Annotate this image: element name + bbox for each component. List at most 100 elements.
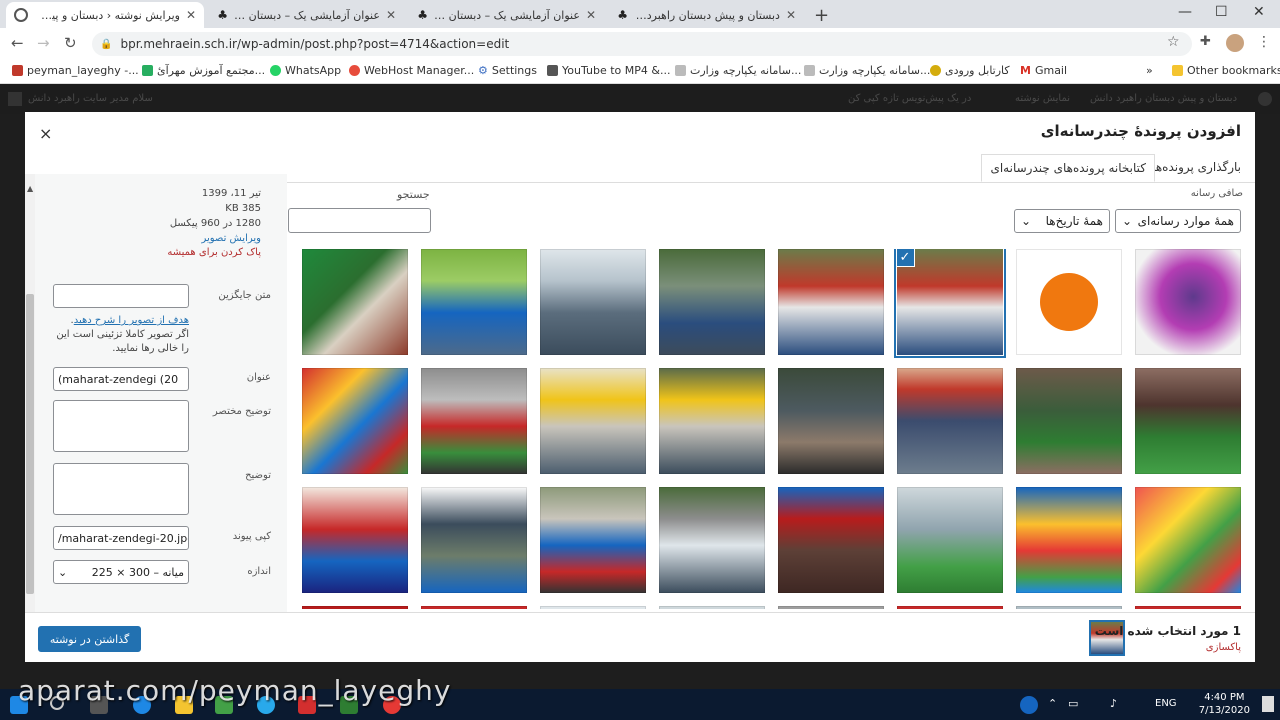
close-tab-icon[interactable]: ✕ xyxy=(786,8,796,22)
minimize-icon[interactable]: — xyxy=(1178,4,1192,20)
bookmark-youtube-mp4[interactable]: YouTube to MP4 &... xyxy=(547,64,670,77)
bookmark-settings[interactable]: ⚙ Settings xyxy=(478,64,537,77)
bookmark-samaneh-2[interactable]: سامانه یکپارچه وزارت... xyxy=(804,64,930,77)
forward-arrow-icon[interactable]: → xyxy=(37,34,50,52)
modal-close-button[interactable]: × xyxy=(39,124,52,143)
more-bookmarks-button[interactable]: » xyxy=(1146,64,1153,77)
image-size-select[interactable]: میانه – 300 × 225 ⌄ xyxy=(53,560,189,584)
media-thumbnail[interactable] xyxy=(659,368,765,474)
extensions-puzzle-icon[interactable]: ✚ xyxy=(1200,34,1211,49)
media-thumbnail[interactable] xyxy=(302,368,408,474)
site-name-link[interactable]: دبستان و پیش دبستان راهبرد دانش xyxy=(1090,93,1237,104)
media-thumbnail[interactable] xyxy=(421,487,527,593)
tab-sample-title-2[interactable]: ✕ عنوان آزمایشی یک – دبستان و پیش ♣ xyxy=(406,2,604,28)
media-thumbnail[interactable] xyxy=(421,249,527,355)
media-thumbnail[interactable] xyxy=(1135,249,1241,355)
language-indicator[interactable]: ENG xyxy=(1155,698,1177,709)
media-thumbnail[interactable] xyxy=(659,487,765,593)
system-clock[interactable]: 4:40 PM 7/13/2020 xyxy=(1199,691,1250,717)
media-thumbnail-selected[interactable]: ✓ xyxy=(897,249,1003,355)
network-icon[interactable]: ▭ xyxy=(1068,697,1078,710)
tab-school-home[interactable]: ✕ دبستان و پیش دبستان راهبرد دانش ♣ xyxy=(606,2,804,28)
copy-to-draft-link[interactable]: در یک پیش‌نویس تازه کپی کن xyxy=(848,93,971,104)
profile-avatar[interactable] xyxy=(1226,34,1244,52)
close-tab-icon[interactable]: ✕ xyxy=(586,8,596,22)
media-thumbnail[interactable] xyxy=(302,249,408,355)
bookmark-whatsapp[interactable]: WhatsApp xyxy=(270,64,341,77)
media-thumbnail[interactable] xyxy=(778,487,884,593)
media-thumbnail[interactable] xyxy=(1135,487,1241,593)
delete-permanently-link[interactable]: پاک کردن برای همیشه xyxy=(65,247,261,258)
bookmark-kartabl[interactable]: کارتابل ورودی xyxy=(930,64,1010,77)
clear-selection-link[interactable]: پاکسازی xyxy=(1206,642,1241,653)
media-thumbnail[interactable] xyxy=(302,606,408,609)
media-type-filter[interactable]: همهٔ موارد رسانه‌ای ⌄ xyxy=(1115,209,1241,233)
admin-greeting[interactable]: سلام مدیر سایت راهبرد دانش xyxy=(28,93,153,104)
bookmark-icon xyxy=(547,65,558,76)
other-bookmarks[interactable]: Other bookmarks xyxy=(1172,64,1280,77)
wp-admin-bar: سلام مدیر سایت راهبرد دانش در یک پیش‌نوی… xyxy=(0,84,1280,114)
media-thumbnail[interactable] xyxy=(1016,368,1122,474)
media-thumbnail[interactable] xyxy=(897,606,1003,609)
chevron-up-icon[interactable]: ⌃ xyxy=(1048,697,1057,710)
alt-text-input[interactable] xyxy=(53,284,189,308)
back-arrow-icon[interactable]: ← xyxy=(11,34,24,52)
maximize-icon[interactable]: ☐ xyxy=(1215,4,1228,20)
volume-icon[interactable]: ♪ xyxy=(1110,697,1117,710)
copy-link-input[interactable]: /maharat-zendegi-20.jpg' xyxy=(53,526,189,550)
bookmark-star-icon[interactable]: ☆ xyxy=(1167,34,1180,50)
search-input[interactable] xyxy=(288,208,431,233)
new-tab-button[interactable]: + xyxy=(814,5,829,26)
user-avatar[interactable] xyxy=(8,92,22,106)
date-filter[interactable]: همهٔ تاریخ‌ها ⌄ xyxy=(1014,209,1110,233)
caption-textarea[interactable] xyxy=(53,400,189,452)
media-thumbnail[interactable] xyxy=(540,249,646,355)
media-thumbnail[interactable] xyxy=(302,487,408,593)
reload-icon[interactable]: ↻ xyxy=(64,34,77,52)
media-thumbnail[interactable] xyxy=(1135,606,1241,609)
media-thumbnail[interactable] xyxy=(421,606,527,609)
media-thumbnail[interactable] xyxy=(659,606,765,609)
help-icon[interactable] xyxy=(1020,696,1038,714)
bookmark-webhost[interactable]: WebHost Manager... xyxy=(349,64,474,77)
media-thumbnail[interactable] xyxy=(897,487,1003,593)
bookmark-gmail[interactable]: M Gmail xyxy=(1020,64,1067,77)
bookmark-peyman[interactable]: peyman_layeghy -... xyxy=(12,64,139,77)
media-thumbnail[interactable] xyxy=(1016,249,1122,355)
description-textarea[interactable] xyxy=(53,463,189,515)
media-thumbnail[interactable] xyxy=(778,606,884,609)
alt-text-help-link[interactable]: هدف از تصویر را شرح دهید xyxy=(74,315,189,326)
scrollbar-thumb[interactable] xyxy=(26,294,34,594)
browser-menu-icon[interactable]: ⋮ xyxy=(1257,34,1271,50)
tab-edit-post[interactable]: ✕ ویرایش نوشته ‹ دبستان و پیش دبستان xyxy=(6,2,204,28)
media-thumbnail[interactable] xyxy=(778,368,884,474)
notification-icon[interactable] xyxy=(1262,696,1274,712)
media-thumbnail[interactable] xyxy=(778,249,884,355)
media-thumbnail[interactable] xyxy=(659,249,765,355)
tab-sample-title-1[interactable]: ✕ عنوان آزمایشی یک – دبستان و پیش ♣ xyxy=(206,2,404,28)
address-bar[interactable]: 🔒 bpr.mehraein.sch.ir/wp-admin/post.php?… xyxy=(92,32,1192,56)
close-tab-icon[interactable]: ✕ xyxy=(186,8,196,22)
media-thumbnail[interactable] xyxy=(421,368,527,474)
media-thumbnail[interactable] xyxy=(897,368,1003,474)
media-thumbnail[interactable] xyxy=(540,368,646,474)
media-thumbnail[interactable] xyxy=(1135,368,1241,474)
insert-into-post-button[interactable]: گذاشتن در نوشته xyxy=(38,626,141,652)
title-input[interactable]: (maharat-zendegi (20 xyxy=(53,367,189,391)
tab-upload-files[interactable]: بارگذاری پرونده‌ها xyxy=(1144,154,1249,182)
media-thumbnail[interactable] xyxy=(1016,487,1122,593)
bookmark-samaneh-1[interactable]: سامانه یکپارچه وزارت... xyxy=(675,64,801,77)
media-thumbnail[interactable] xyxy=(1016,606,1122,609)
close-tab-icon[interactable]: ✕ xyxy=(386,8,396,22)
bookmark-mehraein[interactable]: مجتمع آموزش مهرآئ... xyxy=(142,64,265,77)
edit-image-link[interactable]: ویرایش تصویر xyxy=(65,233,261,244)
window-close-icon[interactable]: ✕ xyxy=(1253,4,1265,20)
sidebar-scrollbar[interactable] xyxy=(25,174,35,612)
scroll-up-arrow-icon[interactable]: ▲ xyxy=(27,184,33,193)
media-thumbnail[interactable] xyxy=(540,606,646,609)
media-thumbnail[interactable] xyxy=(540,487,646,593)
tab-media-library[interactable]: کتابخانه پرونده‌های چندرسانه‌ای xyxy=(981,154,1155,182)
checkmark-icon[interactable]: ✓ xyxy=(897,249,915,267)
wordpress-icon[interactable] xyxy=(1258,92,1272,106)
view-post-link[interactable]: نمایش نوشته xyxy=(1015,93,1070,104)
